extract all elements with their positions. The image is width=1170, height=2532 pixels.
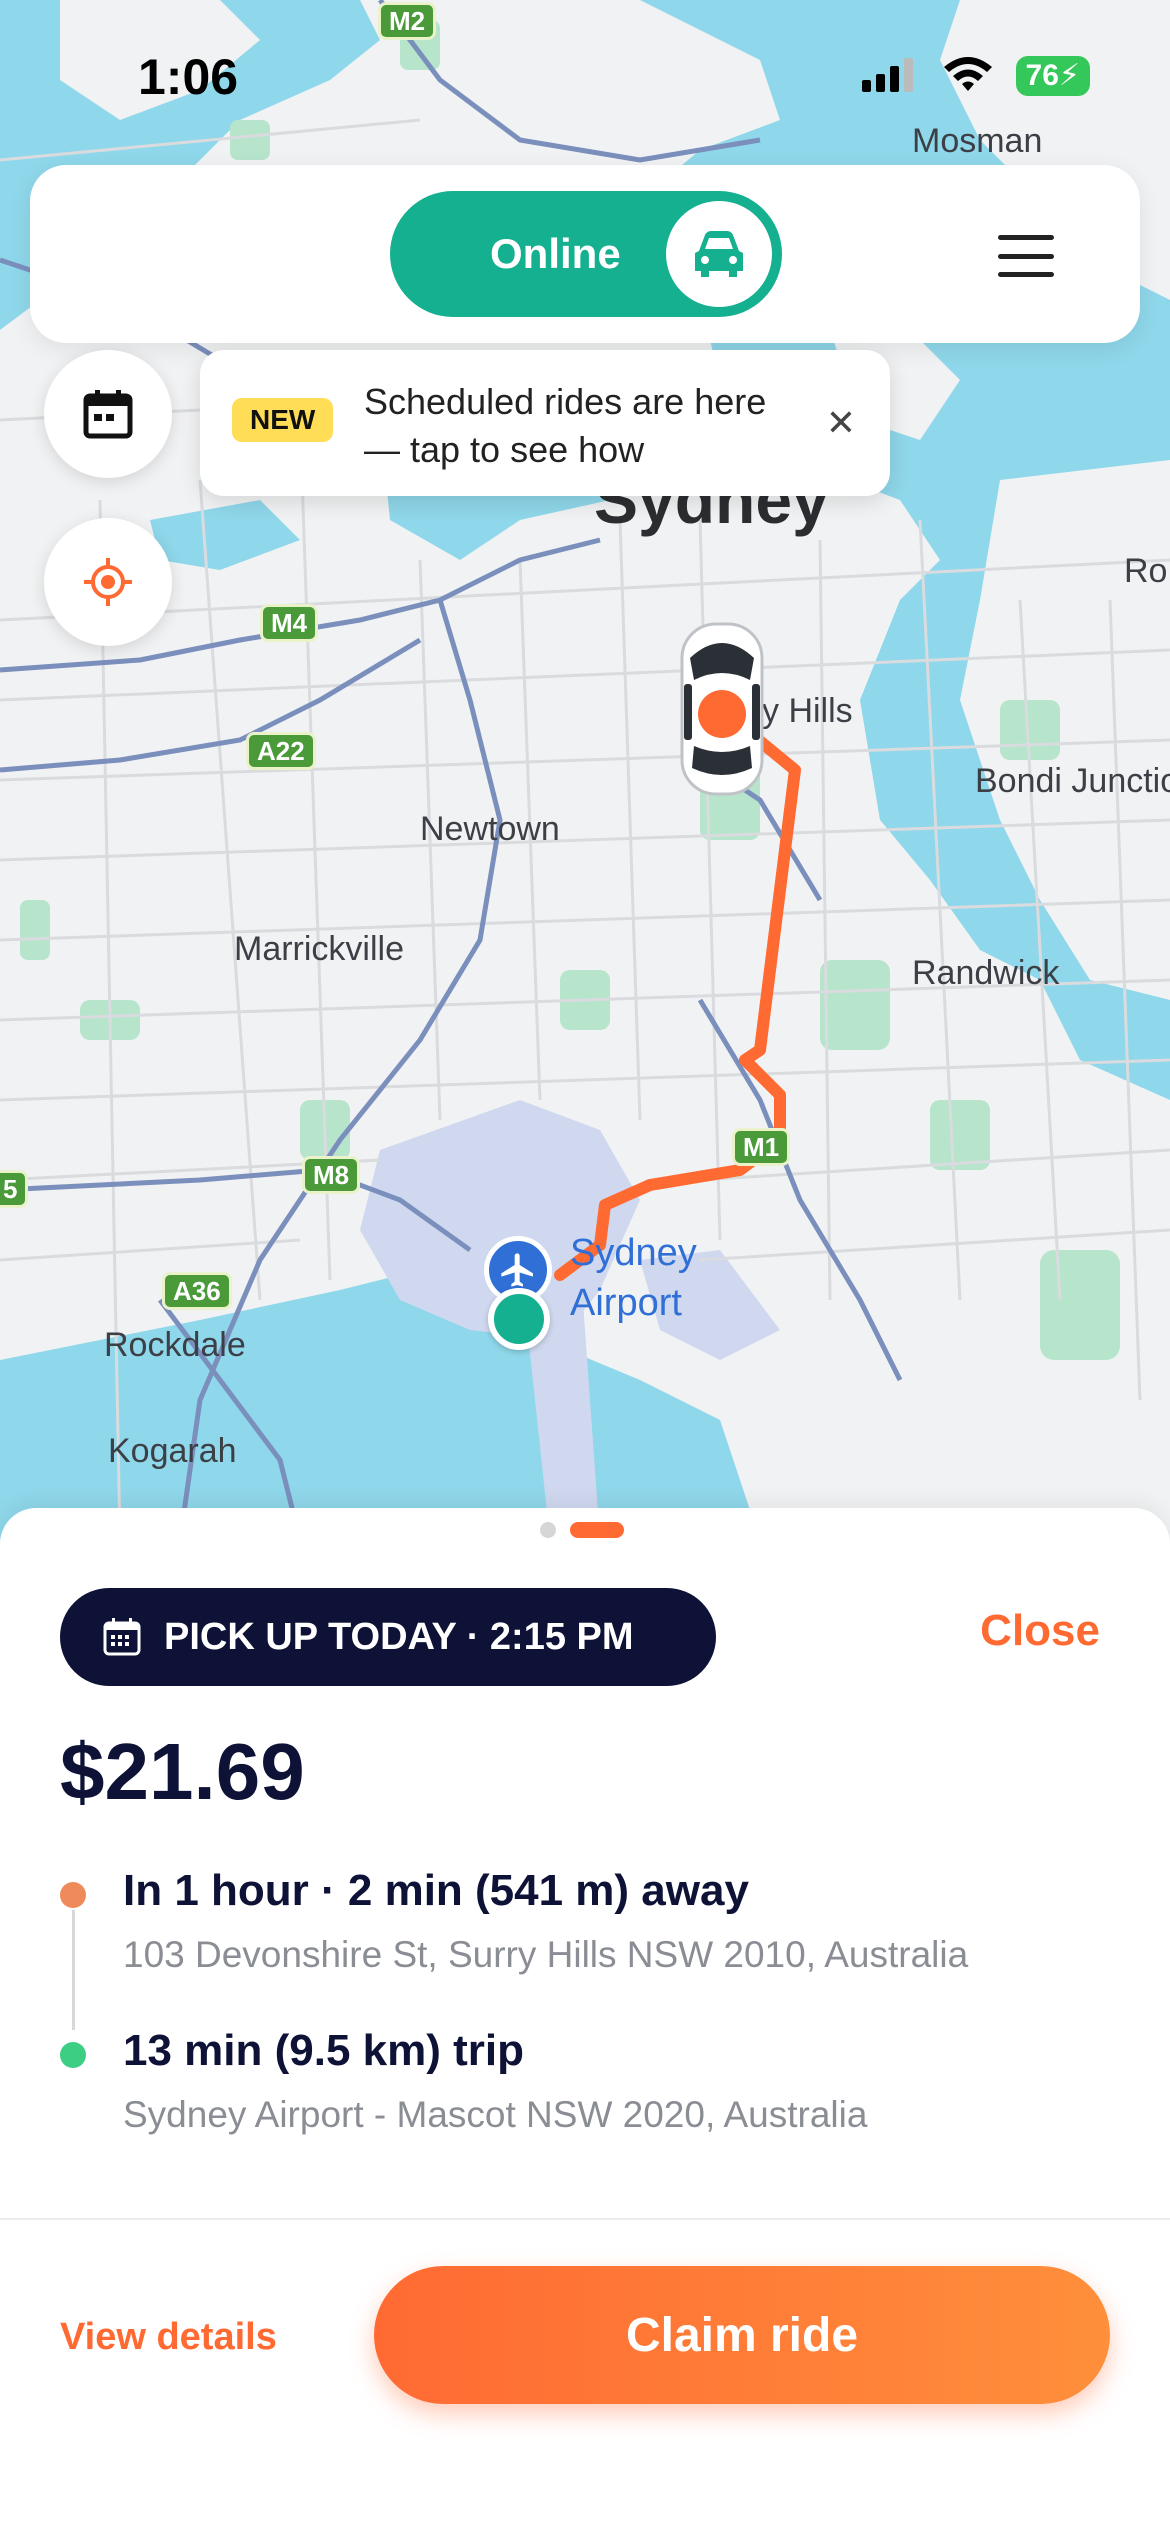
close-button[interactable]: Close xyxy=(980,1606,1100,1656)
road-badge-5: 5 xyxy=(0,1170,29,1208)
schedule-button[interactable] xyxy=(44,350,172,478)
map-label-surry-hills: y Hills xyxy=(762,692,853,730)
road-badge-m8: M8 xyxy=(302,1156,361,1194)
hamburger-icon-line xyxy=(998,235,1054,240)
status-time: 1:06 xyxy=(138,49,239,105)
pickup-time-label: PICK UP TODAY · 2:15 PM xyxy=(164,1615,634,1658)
battery-indicator: 76⚡ xyxy=(1015,56,1090,96)
new-badge: NEW xyxy=(232,398,334,442)
map-label-newtown: Newtown xyxy=(420,810,560,848)
pickup-time-pill: PICK UP TODAY · 2:15 PM xyxy=(60,1588,716,1686)
map-label-bondi-junction: Bondi Junctio xyxy=(975,762,1170,800)
calendar-icon xyxy=(103,1618,141,1656)
page-dot xyxy=(540,1522,556,1538)
dropoff-dot xyxy=(60,2042,86,2068)
online-status-label: Online xyxy=(490,230,621,277)
map-label-rockdale: Rockdale xyxy=(104,1326,246,1364)
car-icon xyxy=(695,231,743,277)
ride-offer-sheet: PICK UP TODAY · 2:15 PM Close $21.69 In … xyxy=(0,1508,1170,2532)
status-icons: 76⚡ xyxy=(860,56,1090,96)
trip-duration: 13 min (9.5 km) trip xyxy=(123,2026,525,2075)
map-label-marrickville: Marrickville xyxy=(234,930,404,968)
map-label-randwick: Randwick xyxy=(912,954,1060,992)
pickup-address: 103 Devonshire St, Surry Hills NSW 2010,… xyxy=(123,1934,969,1975)
dropoff-address: Sydney Airport - Mascot NSW 2020, Austra… xyxy=(123,2094,868,2135)
dropoff-stop: 13 min (9.5 km) trip Sydney Airport - Ma… xyxy=(60,2026,1120,2136)
scheduled-rides-tooltip[interactable]: NEW Scheduled rides are here — tap to se… xyxy=(200,350,890,496)
claim-ride-button[interactable]: Claim ride xyxy=(374,2266,1110,2404)
online-toggle[interactable]: Online xyxy=(390,191,782,317)
signal-icon xyxy=(861,58,913,92)
divider xyxy=(0,2218,1170,2220)
car-top-icon xyxy=(680,622,764,796)
battery-level: 76 xyxy=(1025,59,1059,92)
airport-label-line2: Airport xyxy=(570,1282,682,1324)
map-label-sydney-airport: Sydney Airport xyxy=(570,1228,697,1328)
driver-car-marker xyxy=(676,618,768,800)
recenter-button[interactable] xyxy=(44,518,172,646)
top-bar: Online xyxy=(30,165,1140,343)
map-label-kogarah: Kogarah xyxy=(108,1432,237,1470)
wifi-icon xyxy=(943,57,992,91)
calendar-icon xyxy=(83,390,133,439)
road-badge-m1: M1 xyxy=(732,1128,791,1166)
airport-label-line1: Sydney xyxy=(570,1232,697,1274)
road-badge-a22: A22 xyxy=(246,732,316,770)
status-bar: 1:06 76⚡ xyxy=(0,0,1170,150)
road-badge-a36: A36 xyxy=(162,1272,232,1310)
menu-button[interactable] xyxy=(998,235,1054,277)
page-dot-active xyxy=(570,1522,624,1538)
hamburger-icon-line xyxy=(998,253,1054,259)
tooltip-text: Scheduled rides are here — tap to see ho… xyxy=(364,381,767,470)
route-connector-line xyxy=(72,1910,75,2030)
road-badge-m4: M4 xyxy=(260,604,319,642)
pickup-eta: In 1 hour · 2 min (541 m) away xyxy=(123,1866,749,1915)
hamburger-icon-line xyxy=(998,272,1054,277)
dropoff-marker xyxy=(488,1288,550,1350)
page-indicator xyxy=(540,1522,624,1538)
close-icon[interactable]: ✕ xyxy=(826,402,856,444)
map-label-ro: Ro xyxy=(1124,552,1168,590)
fare-price: $21.69 xyxy=(60,1727,305,1816)
toggle-knob xyxy=(666,201,772,307)
locate-icon xyxy=(84,558,132,606)
pickup-dot xyxy=(60,1882,86,1908)
pickup-stop: In 1 hour · 2 min (541 m) away 103 Devon… xyxy=(60,1866,1120,1976)
view-details-link[interactable]: View details xyxy=(60,2316,277,2359)
